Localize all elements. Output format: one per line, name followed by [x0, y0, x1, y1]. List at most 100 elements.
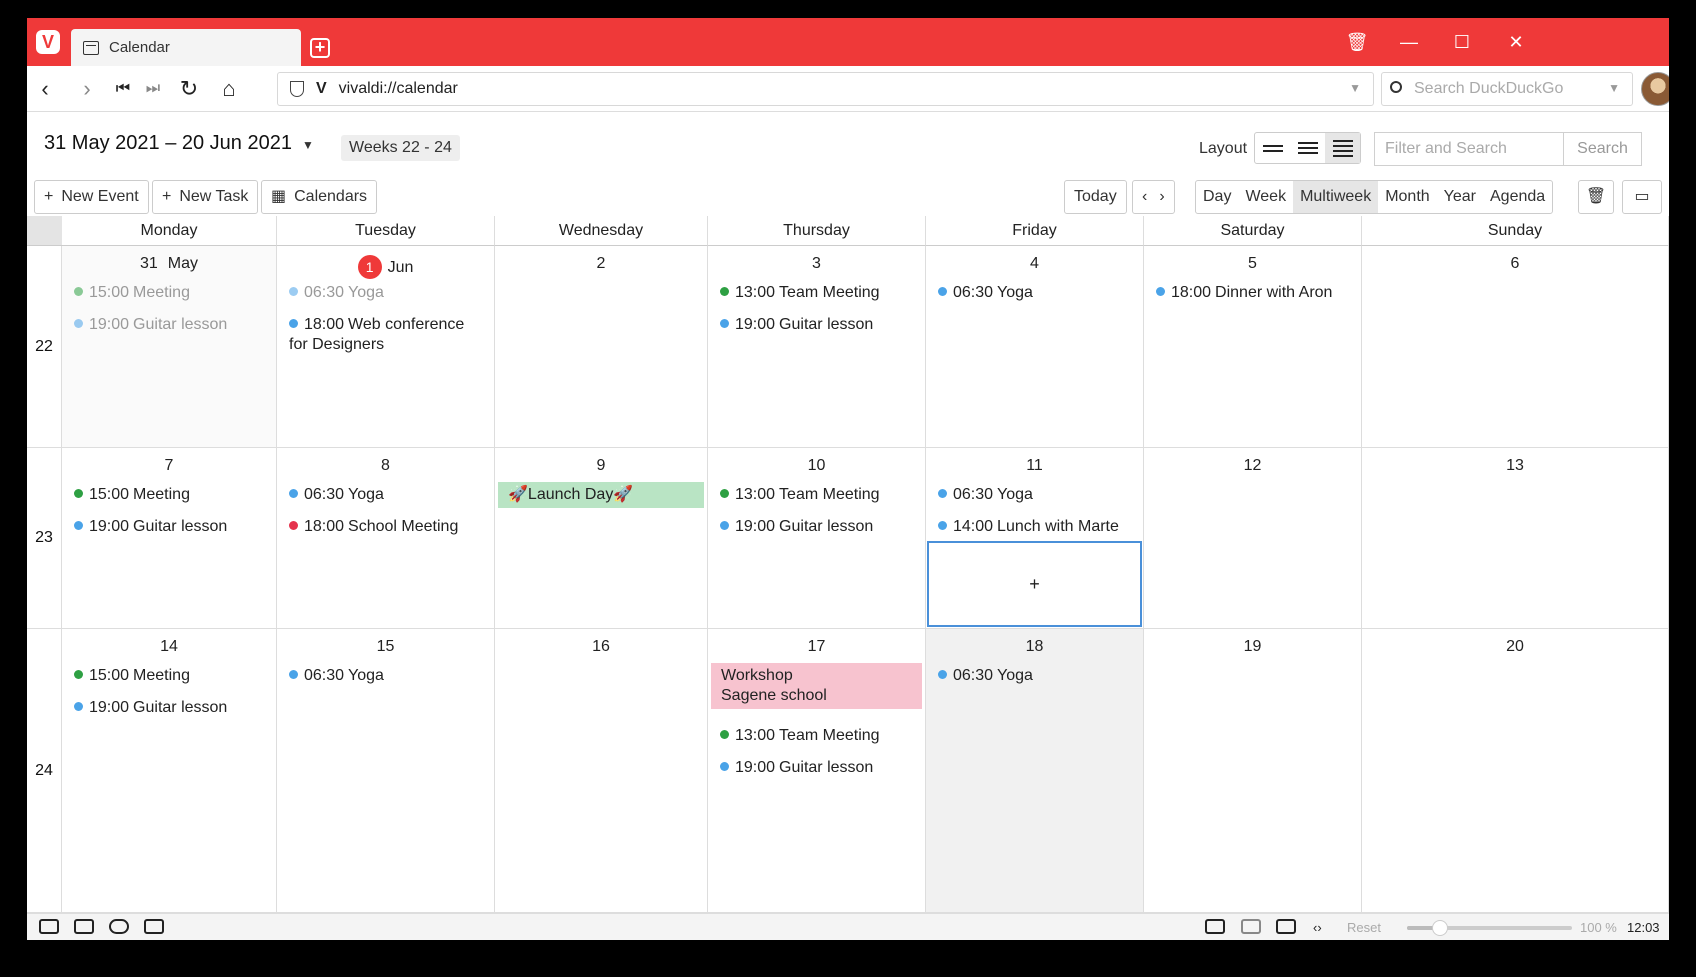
calendar-event[interactable]: 06:30 Yoga	[289, 485, 484, 505]
day-cell[interactable]: 16	[495, 629, 708, 913]
day-cell[interactable]: 10 13:00 Team Meeting 19:00 Guitar lesson	[708, 448, 926, 629]
day-cell[interactable]: 11 06:30 Yoga 14:00 Lunch with Marte +	[926, 448, 1144, 629]
calendar-event[interactable]: 15:00 Meeting	[74, 485, 266, 505]
day-number[interactable]: 13	[1362, 457, 1668, 475]
mail-icon[interactable]	[144, 919, 164, 934]
calendar-event[interactable]: 06:30 Yoga	[289, 283, 484, 303]
day-cell[interactable]: 1 Jun 06:30 Yoga 18:00 Web conference for Des…	[277, 246, 495, 448]
calendar-event[interactable]: 19:00 Guitar lesson	[720, 315, 915, 335]
day-cell[interactable]: 14 15:00 Meeting 19:00 Guitar lesson	[62, 629, 277, 913]
day-cell[interactable]: 6	[1362, 246, 1669, 448]
day-cell[interactable]: 15 06:30 Yoga	[277, 629, 495, 913]
day-cell[interactable]: 9 🚀Launch Day🚀	[495, 448, 708, 629]
day-number[interactable]: 7	[62, 457, 276, 475]
day-number[interactable]: 6	[1362, 255, 1668, 273]
delete-button[interactable]: 🗑	[1578, 180, 1614, 214]
layout-medium-button[interactable]	[1290, 133, 1325, 163]
day-number[interactable]: 18	[926, 638, 1143, 656]
close-button[interactable]: ✕	[1504, 32, 1528, 53]
calendar-event[interactable]: 19:00 Guitar lesson	[74, 698, 266, 718]
day-number[interactable]: 1 Jun	[277, 255, 494, 279]
image-icon[interactable]	[1276, 919, 1296, 934]
day-cell[interactable]: 4 06:30 Yoga	[926, 246, 1144, 448]
week-number[interactable]: 24	[27, 629, 62, 913]
camera-icon[interactable]	[1205, 919, 1225, 934]
day-number[interactable]: 8	[277, 457, 494, 475]
reload-button[interactable]: ↻	[175, 76, 203, 102]
trash-icon[interactable]: 🗑	[1345, 32, 1369, 53]
shield-icon[interactable]	[290, 81, 304, 97]
date-range[interactable]: 31 May 2021 – 20 Jun 2021	[44, 132, 292, 155]
day-cell[interactable]: 18 06:30 Yoga	[926, 629, 1144, 913]
code-icon[interactable]: ‹›	[1313, 920, 1322, 935]
search-button[interactable]: Search	[1564, 132, 1642, 166]
calendar-event[interactable]: 15:00 Meeting	[74, 666, 266, 686]
chevron-down-icon[interactable]: ▼	[1349, 81, 1361, 95]
day-cell[interactable]: 31 May 15:00 Meeting 19:00 Guitar lesson	[62, 246, 277, 448]
calendar-event[interactable]: 06:30 Yoga	[938, 666, 1133, 686]
day-number[interactable]: 15	[277, 638, 494, 656]
day-cell[interactable]: 13	[1362, 448, 1669, 629]
calendar-event[interactable]: 06:30 Yoga	[938, 485, 1133, 505]
view-tab-week[interactable]: Week	[1238, 181, 1293, 213]
calendar-event[interactable]: 19:00 Guitar lesson	[720, 517, 915, 537]
day-number[interactable]: 19	[1144, 638, 1361, 656]
zoom-slider[interactable]	[1407, 920, 1572, 936]
day-number[interactable]: 11	[926, 457, 1143, 475]
layout-compact-button[interactable]	[1255, 133, 1290, 163]
new-task-button[interactable]: + New Task	[152, 180, 259, 214]
calendar-event[interactable]: 18:00 Dinner with Aron	[1156, 283, 1351, 303]
day-cell[interactable]: 3 13:00 Team Meeting 19:00 Guitar lesson	[708, 246, 926, 448]
calendar-event[interactable]: 18:00 School Meeting	[289, 517, 484, 537]
day-number[interactable]: 4	[926, 255, 1143, 273]
calendar-event[interactable]: 14:00 Lunch with Marte	[938, 517, 1133, 537]
rewind-button[interactable]: ⏮	[109, 76, 137, 102]
calendar-event[interactable]: 15:00 Meeting	[74, 283, 266, 303]
cloud-sync-icon[interactable]	[109, 919, 129, 934]
zoom-slider-knob[interactable]	[1432, 920, 1448, 936]
view-tab-day[interactable]: Day	[1196, 181, 1238, 213]
day-number[interactable]: 5	[1144, 255, 1361, 273]
calendar-event[interactable]: 13:00 Team Meeting	[720, 485, 915, 505]
day-number[interactable]: 2	[495, 255, 707, 273]
day-cell[interactable]: 2	[495, 246, 708, 448]
day-number[interactable]: 16	[495, 638, 707, 656]
fast-forward-button[interactable]: ⏭	[139, 76, 167, 102]
view-tab-multiweek[interactable]: Multiweek	[1293, 181, 1379, 213]
calendars-button[interactable]: ▦ Calendars	[261, 180, 378, 214]
chevron-down-icon[interactable]: ▼	[302, 138, 314, 152]
calendar-event[interactable]: 06:30 Yoga	[938, 283, 1133, 303]
panel-toggle-button[interactable]: ▭	[1622, 180, 1662, 214]
tab-calendar[interactable]: Calendar	[71, 29, 301, 66]
home-button[interactable]: ⌂	[215, 76, 243, 102]
calendar-event[interactable]: 18:00 Web conference for Designers	[289, 315, 484, 355]
minimize-button[interactable]: —	[1397, 32, 1421, 53]
add-event-slot[interactable]: +	[927, 541, 1142, 627]
url-field[interactable]: V vivaldi://calendar ▼	[277, 72, 1374, 106]
day-number[interactable]: 9	[495, 457, 707, 475]
calendar-event[interactable]: 19:00 Guitar lesson	[720, 758, 915, 778]
today-button[interactable]: Today	[1064, 180, 1127, 214]
day-cell[interactable]: 17 Workshop Sagene school 13:00 Team Meeting…	[708, 629, 926, 913]
day-cell[interactable]: 5 18:00 Dinner with Aron	[1144, 246, 1362, 448]
avatar[interactable]	[1641, 72, 1669, 106]
window-icon[interactable]	[1241, 919, 1261, 934]
all-day-event[interactable]: Workshop Sagene school	[711, 663, 922, 709]
day-number[interactable]: 20	[1362, 638, 1668, 656]
week-number[interactable]: 23	[27, 448, 62, 629]
search-engine-field[interactable]: Search DuckDuckGo ▼	[1381, 72, 1633, 106]
chevron-right-icon[interactable]: ›	[1159, 181, 1164, 213]
day-cell[interactable]: 20	[1362, 629, 1669, 913]
day-number[interactable]: 3	[708, 255, 925, 273]
maximize-button[interactable]: ☐	[1450, 32, 1474, 53]
back-button[interactable]: ‹	[31, 76, 59, 102]
reset-zoom-button[interactable]: Reset	[1347, 920, 1381, 935]
new-event-button[interactable]: + New Event	[34, 180, 149, 214]
calendar-event[interactable]: 19:00 Guitar lesson	[74, 315, 266, 335]
calendar-event[interactable]: 19:00 Guitar lesson	[74, 517, 266, 537]
view-tab-month[interactable]: Month	[1378, 181, 1436, 213]
view-tab-agenda[interactable]: Agenda	[1483, 181, 1552, 213]
calendar-event[interactable]: 13:00 Team Meeting	[720, 283, 915, 303]
day-number[interactable]: 12	[1144, 457, 1361, 475]
calendar-event[interactable]: 06:30 Yoga	[289, 666, 484, 686]
